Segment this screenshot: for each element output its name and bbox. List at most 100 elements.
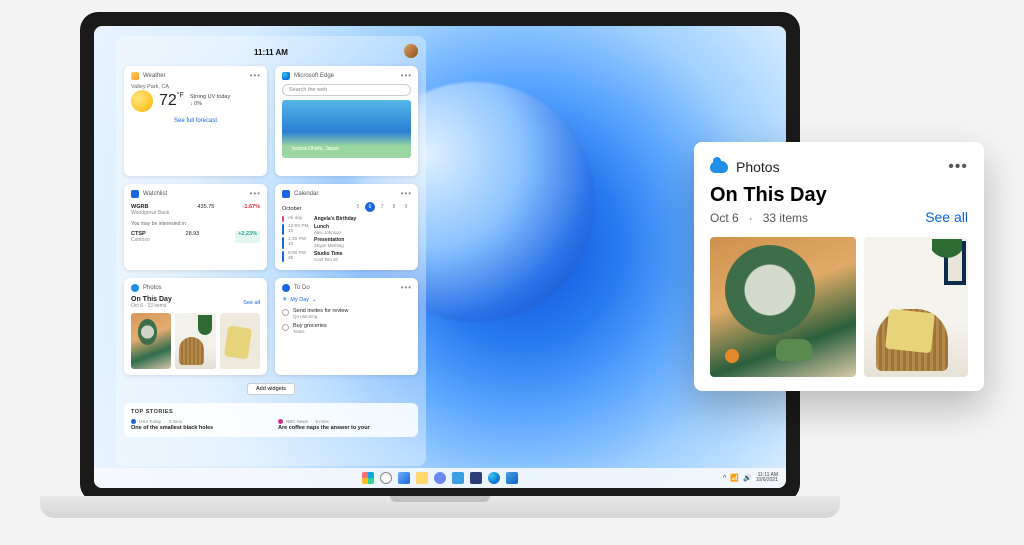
photos-icon — [131, 284, 139, 292]
event-time: All day — [288, 216, 310, 222]
photo-thumbnail[interactable] — [175, 313, 215, 369]
meta-separator: · — [749, 211, 753, 225]
popout-count: 33 items — [763, 211, 808, 225]
day-chip[interactable]: 8 — [389, 202, 399, 212]
watchlist-row[interactable]: CTSP Contoso 28.93 +2.23% — [131, 229, 260, 245]
todo-menu-button[interactable]: ••• — [401, 283, 412, 292]
weather-widget[interactable]: Weather ••• Valley Park, CA 72°F Strong … — [124, 66, 267, 176]
calendar-menu-button[interactable]: ••• — [401, 189, 412, 198]
edge-header: Microsoft Edge — [282, 72, 411, 80]
thumbnail-art-circle — [725, 245, 815, 335]
photos-header: Photos — [131, 284, 260, 292]
event-color-bar — [282, 224, 284, 235]
day-chip[interactable]: 5 — [353, 202, 363, 212]
news-section: TOP STORIES USA Today · 3 mins One of th… — [124, 403, 418, 437]
photos-see-all-link[interactable]: See all — [243, 300, 260, 306]
temp-change: ↓ 0% — [190, 101, 230, 108]
taskbar-mail-button[interactable] — [452, 472, 464, 484]
start-button[interactable] — [362, 472, 374, 484]
taskbar-store-button[interactable] — [470, 472, 482, 484]
event-time: 6:00 PM 3h — [288, 251, 310, 262]
calendar-event[interactable]: 12:00 PM 1h LunchAlex Johnson — [282, 224, 411, 235]
calendar-event[interactable]: All day Angela's Birthday — [282, 216, 411, 222]
calendar-month: October — [282, 206, 302, 212]
calendar-event[interactable]: 1:30 PM 1h PresentationSkype Meeting — [282, 237, 411, 248]
user-avatar[interactable] — [404, 44, 418, 58]
watchlist-menu-button[interactable]: ••• — [250, 189, 261, 198]
source-icon — [278, 419, 283, 424]
calendar-icon — [282, 190, 290, 198]
news-item[interactable]: USA Today · 3 mins One of the smallest b… — [131, 419, 264, 431]
stock-price: 435.75 — [198, 204, 215, 216]
stock-price: 28.93 — [186, 231, 200, 243]
chevron-up-icon[interactable]: ^ — [723, 475, 726, 482]
popout-see-all-link[interactable]: See all — [925, 209, 968, 225]
weather-body: 72°F Strong UV today ↓ 0% — [131, 90, 260, 112]
watchlist-header: Watchlist — [131, 190, 260, 198]
onedrive-icon — [710, 161, 728, 173]
watchlist-icon — [131, 190, 139, 198]
taskbar-widgets-button[interactable] — [398, 472, 410, 484]
popout-photo-thumbnail[interactable] — [864, 237, 968, 377]
todo-sub: Tasks — [293, 329, 327, 334]
todo-checkbox[interactable] — [282, 309, 289, 316]
calendar-widget[interactable]: Calendar ••• October 5 6 7 8 9 — [275, 184, 418, 270]
system-tray[interactable]: ^ 📶 🔊 11:11 AM 10/6/2021 — [723, 473, 778, 484]
thumbnail-art-pillow — [885, 309, 935, 354]
volume-icon[interactable]: 🔊 — [743, 474, 752, 482]
tray-clock[interactable]: 11:11 AM 10/6/2021 — [756, 473, 778, 484]
thumbnail-art-orange — [725, 349, 739, 363]
event-color-bar — [282, 251, 284, 262]
todo-checkbox[interactable] — [282, 324, 289, 331]
taskbar-explorer-button[interactable] — [416, 472, 428, 484]
photos-subtitle: Oct 6 · 33 items — [131, 303, 172, 309]
day-chip[interactable]: 9 — [401, 202, 411, 212]
weather-forecast-link[interactable]: See full forecast — [131, 118, 260, 124]
news-header: TOP STORIES — [131, 409, 411, 415]
calendar-header: Calendar — [282, 190, 411, 198]
weather-menu-button[interactable]: ••• — [250, 71, 261, 80]
widgets-panel-header: 11:11 AM — [124, 44, 418, 60]
sun-icon — [131, 90, 153, 112]
source-icon — [131, 419, 136, 424]
weather-icon — [131, 72, 139, 80]
taskbar-edge-button[interactable] — [488, 472, 500, 484]
wifi-icon[interactable]: 📶 — [730, 474, 739, 482]
popout-date: Oct 6 — [710, 211, 739, 225]
popout-thumbnails — [710, 237, 968, 377]
calendar-event[interactable]: 6:00 PM 3h Studio TimeConf Rm 20 — [282, 251, 411, 262]
day-chip[interactable]: 7 — [377, 202, 387, 212]
watchlist-row[interactable]: WGRB Woodgrove Bank 435.75 -1.67% — [131, 202, 260, 218]
edge-hero-image[interactable]: Iwama Ohishi, Japan — [282, 100, 411, 158]
todo-list-selector[interactable]: ☀ My Day ⌄ — [282, 296, 411, 303]
interest-label: You may be interested in — [131, 221, 260, 227]
taskbar-photos-button[interactable] — [506, 472, 518, 484]
watchlist-widget[interactable]: Watchlist ••• WGRB Woodgrove Bank 435.75… — [124, 184, 267, 270]
taskbar-search-button[interactable] — [380, 472, 392, 484]
news-item[interactable]: NBC News · 5 mins Are coffee naps the an… — [278, 419, 411, 431]
photo-thumbnail[interactable] — [220, 313, 260, 369]
popout-photo-thumbnail[interactable] — [710, 237, 856, 377]
thumbnail-art-plant — [932, 239, 962, 283]
todo-item[interactable]: Send invites for reviewQ4 planning — [282, 306, 411, 321]
photos-widget[interactable]: Photos On This Day Oct 6 · 33 items See … — [124, 278, 267, 375]
day-chip-active[interactable]: 6 — [365, 202, 375, 212]
todo-sub: Q4 planning — [293, 314, 348, 319]
edge-widget[interactable]: Microsoft Edge ••• Search the web Iwama … — [275, 66, 418, 176]
taskbar-chat-button[interactable] — [434, 472, 446, 484]
popout-menu-button[interactable]: ••• — [948, 158, 968, 176]
edge-search-input[interactable]: Search the web — [282, 84, 411, 96]
photos-popout-card[interactable]: Photos ••• On This Day Oct 6 · 33 items … — [694, 142, 984, 391]
add-widgets-button[interactable]: Add widgets — [247, 383, 295, 395]
news-headline: One of the smallest black holes — [131, 425, 264, 431]
popout-app-name: Photos — [736, 159, 780, 175]
popout-title: On This Day — [710, 184, 968, 207]
edge-menu-button[interactable]: ••• — [401, 71, 412, 80]
photo-thumbnail[interactable] — [131, 313, 171, 369]
laptop-frame: 11:11 AM Weather ••• Valley Park, CA 72 — [80, 12, 800, 502]
todo-item[interactable]: Buy groceriesTasks — [282, 321, 411, 336]
weather-meta: Strong UV today ↓ 0% — [190, 94, 230, 108]
laptop-base — [40, 496, 840, 518]
todo-header: To Do — [282, 284, 411, 292]
todo-widget[interactable]: To Do ••• ☀ My Day ⌄ Send invites for re… — [275, 278, 418, 375]
